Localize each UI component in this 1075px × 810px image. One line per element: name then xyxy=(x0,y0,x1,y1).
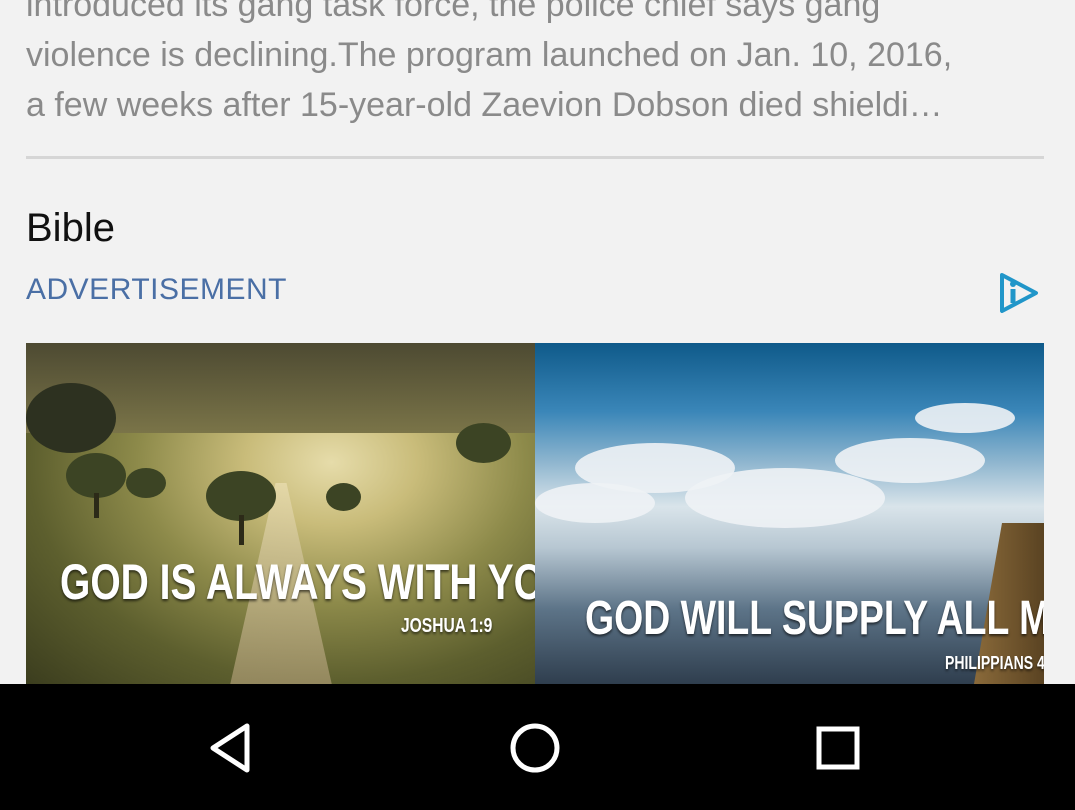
recents-square-icon[interactable] xyxy=(810,720,866,776)
adchoices-icon[interactable] xyxy=(998,273,1040,313)
snippet-line: violence is declining.The program launch… xyxy=(26,36,953,74)
ad-reference-left: JOSHUA 1:9 xyxy=(401,615,493,637)
article-snippet[interactable]: introduced its gang task force, the poli… xyxy=(26,0,1056,130)
snippet-line: a few weeks after 15-year-old Zaevion Do… xyxy=(26,86,943,124)
ad-panel-right: GOD WILL SUPPLY ALL MY NEED PHILIPPIANS … xyxy=(535,343,1044,684)
divider xyxy=(26,156,1044,159)
ad-panel-left: GOD IS ALWAYS WITH YOU JOSHUA 1:9 xyxy=(26,343,572,684)
ad-banner-image[interactable]: GOD IS ALWAYS WITH YOU JOSHUA 1:9 GOD WI… xyxy=(26,343,1044,684)
snippet-line: introduced its gang task force, the poli… xyxy=(26,0,881,24)
home-circle-icon[interactable] xyxy=(507,720,563,776)
ad-reference-right: PHILIPPIANS 4: xyxy=(945,653,1044,673)
back-triangle-icon[interactable] xyxy=(205,720,261,776)
ad-quote-right: GOD WILL SUPPLY ALL MY NEED xyxy=(585,592,1044,645)
navigation-bar xyxy=(0,684,1075,810)
advertisement-label: ADVERTISEMENT xyxy=(26,273,287,306)
section-title: Bible xyxy=(26,206,115,250)
ad-quote-left: GOD IS ALWAYS WITH YOU xyxy=(60,554,573,610)
